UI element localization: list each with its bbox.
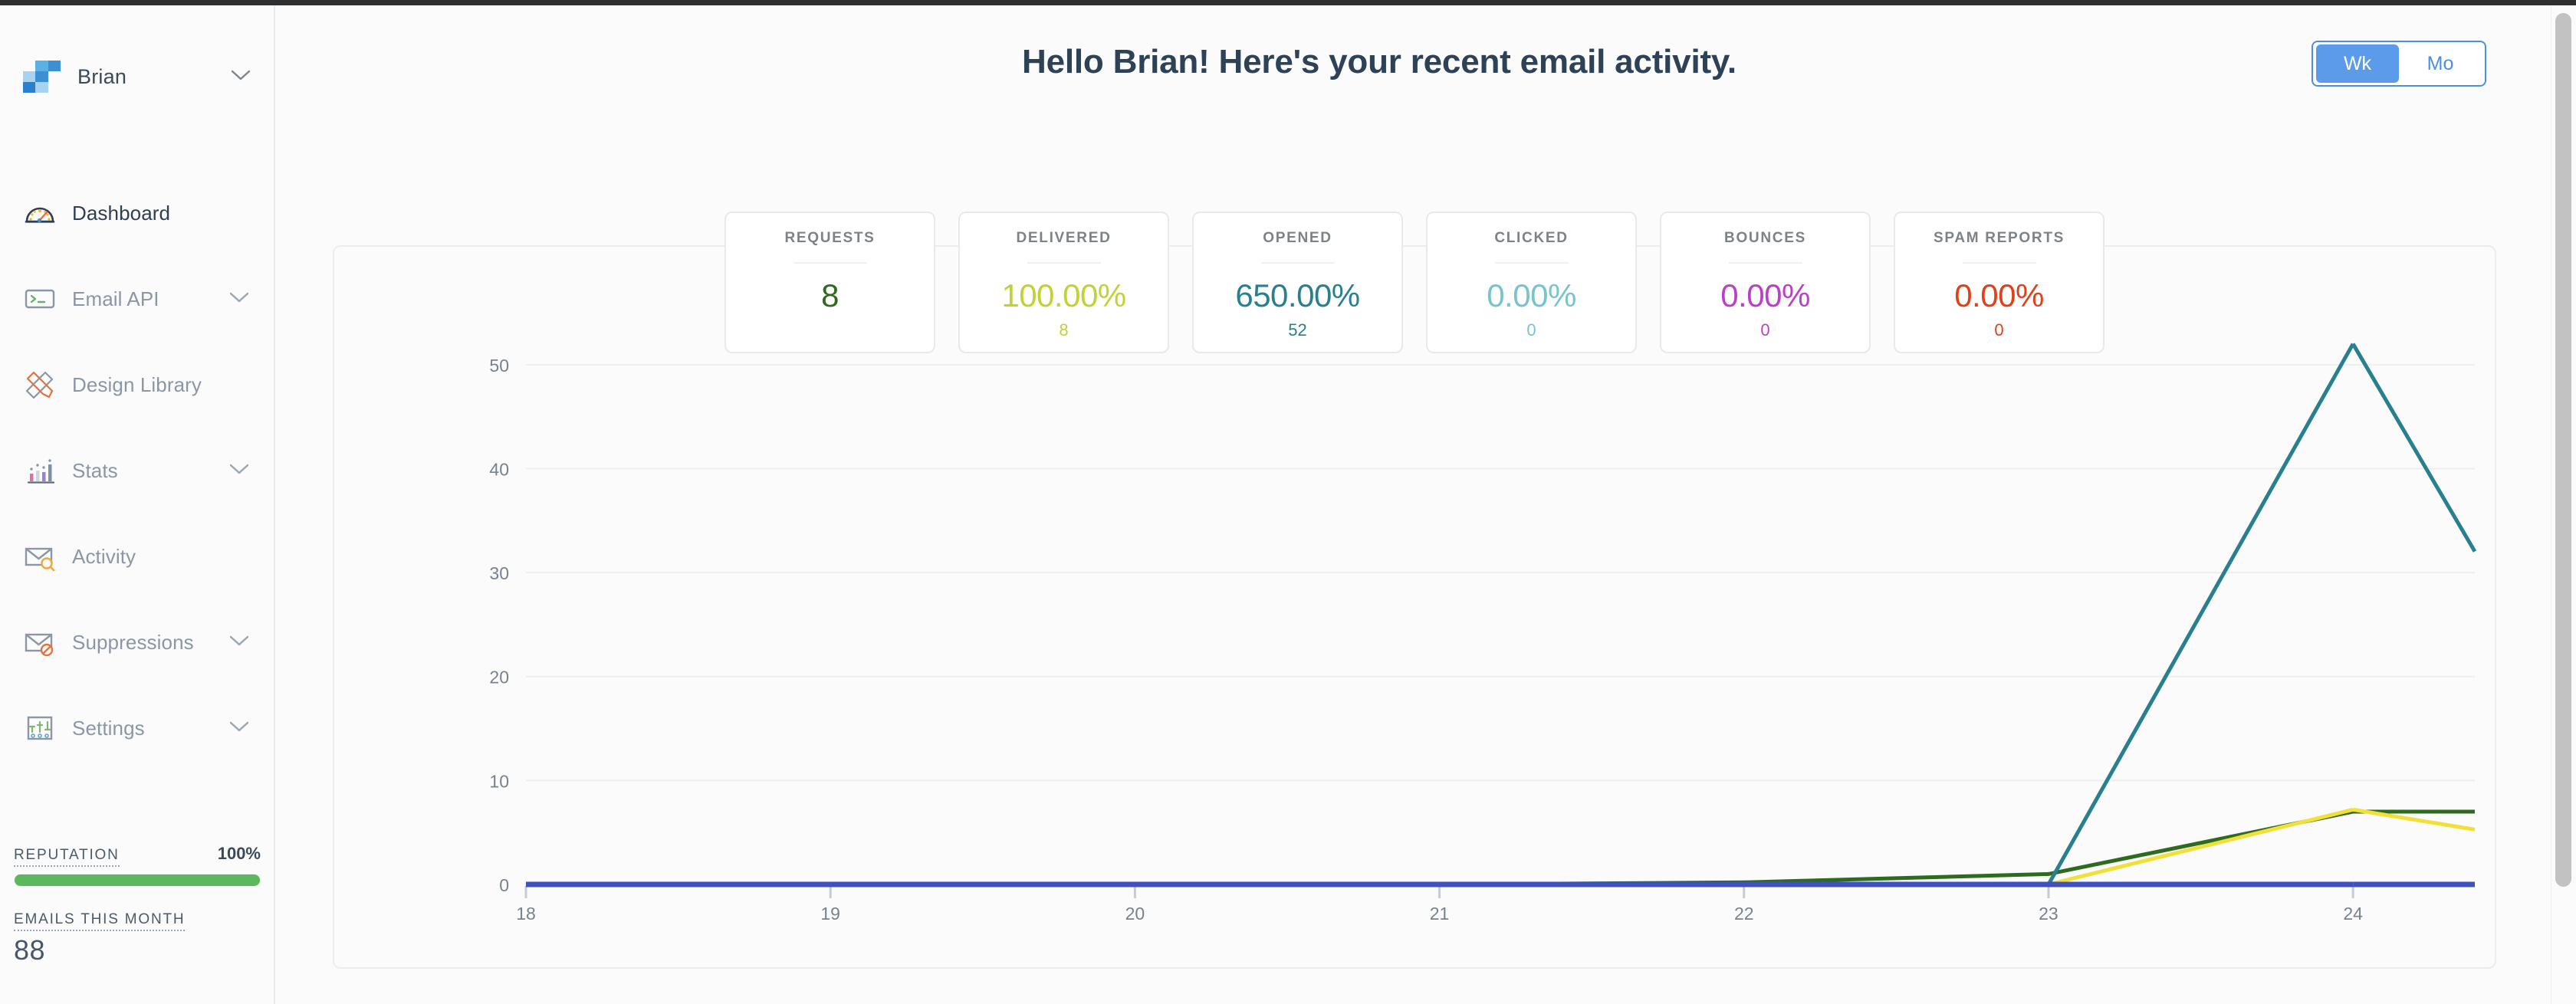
svg-text:10: 10: [489, 771, 509, 791]
sidebar-item-design-library[interactable]: Design Library: [0, 342, 274, 428]
metric-value: 100.00%: [1001, 277, 1126, 313]
sliders-icon: [23, 711, 57, 745]
metric-subvalue: 0: [1526, 320, 1536, 340]
reputation-row: REPUTATION 100%: [14, 844, 261, 867]
metric-title: CLICKED: [1494, 230, 1569, 246]
ruler-pencil-icon: [23, 368, 57, 402]
metric-card-delivered[interactable]: DELIVERED 100.00% 8: [958, 212, 1169, 353]
svg-text:20: 20: [1125, 904, 1145, 924]
sidebar-item-activity[interactable]: Activity: [0, 513, 274, 599]
metric-title: DELIVERED: [1016, 230, 1112, 246]
reputation-progress-fill: [15, 874, 260, 886]
page-scrollbar-track[interactable]: [2551, 5, 2576, 1004]
metric-subvalue: 8: [1059, 320, 1069, 340]
emails-this-month-label: EMAILS THIS MONTH: [14, 911, 186, 931]
metric-title: BOUNCES: [1724, 230, 1806, 246]
page-title: Hello Brian! Here's your recent email ac…: [1022, 43, 1737, 80]
metric-value: 650.00%: [1235, 277, 1360, 313]
metric-divider: [1027, 262, 1101, 264]
svg-text:23: 23: [2039, 904, 2058, 924]
chevron-down-icon[interactable]: [229, 463, 249, 479]
sidebar: Brian Dashboard Email API Design Library…: [0, 5, 275, 1004]
sidebar-item-settings[interactable]: Settings: [0, 685, 274, 771]
svg-text:30: 30: [489, 563, 509, 583]
metric-card-opened[interactable]: OPENED 650.00% 52: [1192, 212, 1403, 353]
sidebar-item-label: Stats: [72, 458, 118, 482]
range-toggle: Wk Mo: [2312, 41, 2486, 87]
metric-subvalue: 0: [1994, 320, 2004, 340]
svg-text:19: 19: [820, 904, 840, 924]
page-scrollbar-thumb[interactable]: [2555, 13, 2571, 887]
metric-title: OPENED: [1263, 230, 1332, 246]
emails-this-month-value: 88: [14, 934, 46, 966]
metric-title: REQUESTS: [784, 230, 876, 246]
metric-divider: [1728, 262, 1802, 264]
metric-card-bounces[interactable]: BOUNCES 0.00% 0: [1660, 212, 1871, 353]
sidebar-item-dashboard[interactable]: Dashboard: [0, 170, 274, 256]
metric-divider: [1494, 262, 1569, 264]
dashboard-page: Brian Dashboard Email API Design Library…: [0, 0, 2576, 1004]
envelope-search-icon: [23, 540, 57, 573]
sidebar-item-label: Design Library: [72, 372, 202, 396]
metric-title: SPAM REPORTS: [1933, 230, 2065, 246]
chevron-down-icon[interactable]: [231, 69, 251, 85]
reputation-label: REPUTATION: [14, 847, 120, 867]
sendgrid-logo-icon: [23, 61, 61, 93]
metric-divider: [1260, 262, 1335, 264]
metric-divider: [1962, 262, 2036, 264]
sidebar-item-label: Settings: [72, 716, 145, 740]
metric-card-clicked[interactable]: CLICKED 0.00% 0: [1426, 212, 1637, 353]
sidebar-item-label: Email API: [72, 287, 159, 310]
sidebar-item-label: Dashboard: [72, 201, 171, 225]
metric-value: 0.00%: [1954, 277, 2044, 313]
sidebar-item-label: Suppressions: [72, 630, 194, 654]
chevron-down-icon[interactable]: [229, 291, 249, 307]
chevron-down-icon[interactable]: [229, 720, 249, 737]
svg-text:21: 21: [1430, 904, 1450, 924]
metric-subvalue: 0: [1760, 320, 1770, 340]
bar-chart-icon: [23, 454, 57, 487]
reputation-progress-bar: [14, 874, 261, 887]
speedometer-icon: [23, 196, 57, 230]
metric-value: 0.00%: [1487, 277, 1576, 313]
svg-text:0: 0: [499, 875, 509, 895]
metric-value: 8: [821, 277, 839, 313]
svg-text:18: 18: [516, 904, 536, 924]
sidebar-item-stats[interactable]: Stats: [0, 428, 274, 513]
sidebar-item-suppressions[interactable]: Suppressions: [0, 599, 274, 685]
envelope-block-icon: [23, 625, 57, 659]
metric-subvalue: 52: [1288, 320, 1307, 340]
metric-divider: [793, 262, 867, 264]
account-switcher[interactable]: Brian: [0, 53, 274, 100]
svg-text:40: 40: [489, 459, 509, 479]
account-name: Brian: [77, 64, 127, 88]
metric-value: 0.00%: [1720, 277, 1810, 313]
metric-cards: REQUESTS 8 DELIVERED 100.00% 8 OPENED 65…: [724, 212, 2104, 353]
chevron-down-icon[interactable]: [229, 635, 249, 651]
sidebar-item-label: Activity: [72, 544, 136, 568]
emails-this-month-block: EMAILS THIS MONTH 88: [14, 911, 261, 966]
reputation-value: 100%: [217, 844, 261, 863]
sidebar-item-email-api[interactable]: Email API: [0, 256, 274, 342]
svg-text:24: 24: [2343, 904, 2363, 924]
svg-text:22: 22: [1734, 904, 1754, 924]
range-toggle-wk[interactable]: Wk: [2316, 44, 2399, 83]
window-top-strip: [0, 0, 2576, 5]
sidebar-nav: Dashboard Email API Design Library Stats…: [0, 170, 274, 771]
terminal-card-icon: [23, 282, 57, 316]
range-toggle-mo[interactable]: Mo: [2399, 44, 2482, 83]
sidebar-meters: REPUTATION 100% EMAILS THIS MONTH 88: [14, 844, 261, 966]
metric-card-spam-reports[interactable]: SPAM REPORTS 0.00% 0: [1894, 212, 2104, 353]
metric-card-requests[interactable]: REQUESTS 8: [724, 212, 935, 353]
email-activity-line-chart: 0 10 20 30 40 50 18 19 20 21 22 23 24: [489, 343, 2477, 924]
svg-text:20: 20: [489, 668, 509, 687]
svg-text:50: 50: [489, 356, 509, 376]
